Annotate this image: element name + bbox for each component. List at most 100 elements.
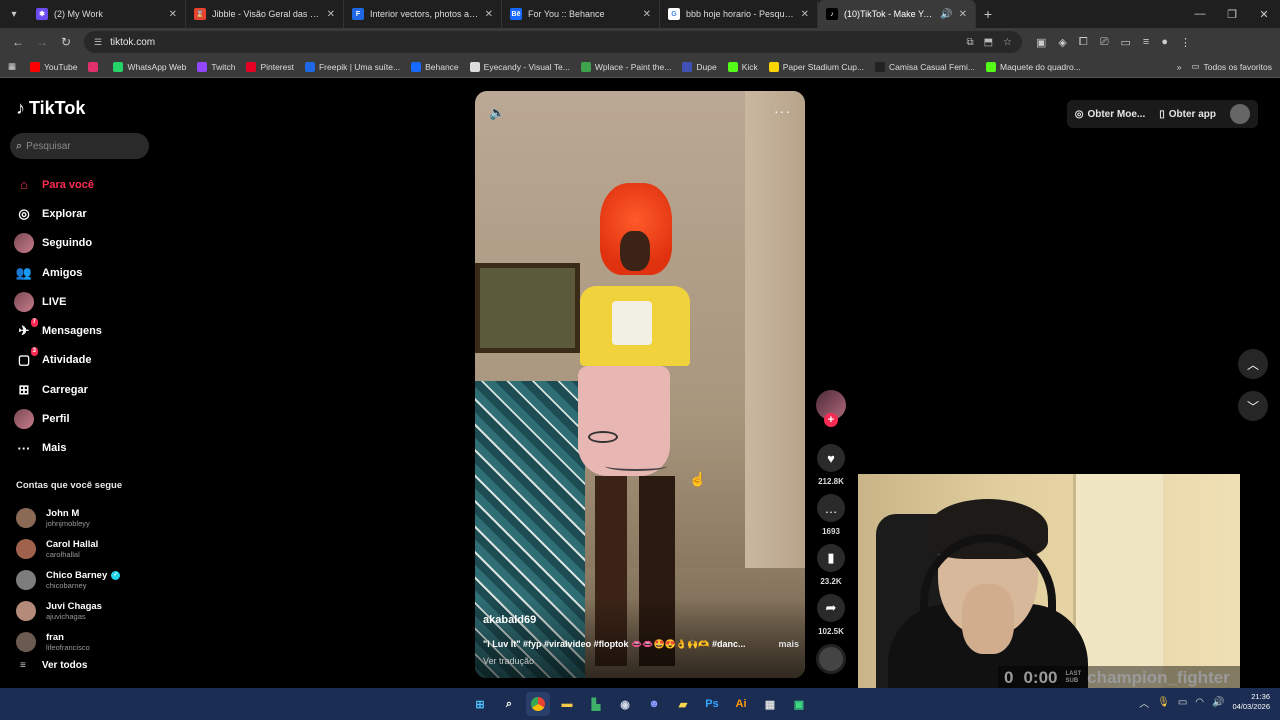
- video-author[interactable]: akabald69: [483, 614, 536, 626]
- url-omnibox[interactable]: ☰ tiktok.com ⧉ ⬒ ☆: [84, 31, 1022, 53]
- bookmark-item[interactable]: Maquete do quadro...: [985, 61, 1081, 72]
- close-window-button[interactable]: ✕: [1248, 8, 1280, 21]
- see-translation-link[interactable]: Ver tradução: [483, 656, 534, 666]
- sidebar-item-carregar[interactable]: ⊞ Carregar: [14, 375, 174, 404]
- browser-tab[interactable]: Bē For You :: Behance ✕: [502, 0, 660, 28]
- cast-icon[interactable]: ⎚: [1100, 36, 1109, 49]
- tray-chevron-icon[interactable]: ︿: [1139, 695, 1149, 710]
- following-account[interactable]: Chico Barney ✓ chicobarney: [16, 564, 121, 595]
- restore-button[interactable]: ❐: [1216, 8, 1248, 21]
- tab-search-button[interactable]: ▾: [0, 0, 28, 28]
- all-bookmarks-folder[interactable]: ▭ Todos os favoritos: [1191, 61, 1272, 72]
- save-action[interactable]: ▮ 23.2K: [815, 544, 847, 586]
- browser-tab[interactable]: ♪ (10)TikTok - Make Your Day 🔊 ✕: [818, 0, 976, 28]
- microphone-icon[interactable]: 🎙: [1157, 697, 1170, 708]
- sidebar-item-mensagens[interactable]: ✈ 7 Mensagens: [14, 316, 174, 345]
- photoshop-icon[interactable]: Ps: [700, 692, 724, 716]
- bookmark-item[interactable]: Paper Stadium Cup...: [768, 61, 864, 72]
- get-app-button[interactable]: ▯ Obter app: [1159, 102, 1216, 126]
- android-app-icon[interactable]: ▣: [787, 692, 811, 716]
- search-input[interactable]: ⌕ Pesquisar: [10, 133, 149, 159]
- following-account[interactable]: Juvi Chagas ajuvichagas: [16, 595, 120, 626]
- following-account[interactable]: Carol Hallal carolhallal: [16, 533, 120, 564]
- sidebar-item-explorar[interactable]: ◎ Explorar: [14, 199, 174, 228]
- creator-avatar[interactable]: +: [816, 390, 846, 427]
- following-account[interactable]: fran lifeofrancisco: [16, 626, 120, 657]
- bookmark-item[interactable]: [88, 61, 102, 72]
- wifi-icon[interactable]: ◠: [1195, 697, 1204, 708]
- next-video-button[interactable]: ﹀: [1238, 391, 1268, 421]
- discord-icon[interactable]: ☻: [642, 692, 666, 716]
- bookmark-item[interactable]: YouTube: [30, 61, 77, 72]
- previous-video-button[interactable]: ︿: [1238, 349, 1268, 379]
- sticky-notes-icon[interactable]: ▰: [671, 692, 695, 716]
- install-app-icon[interactable]: ⬒: [984, 37, 993, 48]
- reload-button[interactable]: ↻: [54, 35, 78, 49]
- video-player[interactable]: 🔈 ··· akabald69 "I Luv It" #fyp #viralvi…: [475, 91, 805, 678]
- bookmark-item[interactable]: WhatsApp Web: [113, 61, 186, 72]
- sidebar-item-seguindo[interactable]: Seguindo: [14, 229, 174, 258]
- extension-icon-1[interactable]: ▣: [1036, 36, 1046, 49]
- taskbar-search-icon[interactable]: ⌕: [497, 692, 521, 716]
- browser-tab[interactable]: ✱ (2) My Work ✕: [28, 0, 186, 28]
- image-app-icon[interactable]: ▦: [758, 692, 782, 716]
- user-avatar[interactable]: [1230, 104, 1250, 124]
- volume-tray-icon[interactable]: 🔊: [1212, 697, 1224, 708]
- see-all-button[interactable]: ≡ Ver todos: [20, 660, 87, 671]
- more-bookmarks-icon[interactable]: »: [1177, 62, 1182, 72]
- comment-action[interactable]: … 1693: [815, 494, 847, 536]
- file-explorer-icon[interactable]: ▬: [555, 692, 579, 716]
- comment-icon[interactable]: …: [817, 494, 845, 522]
- bookmark-item[interactable]: Wplace - Paint the...: [580, 61, 671, 72]
- tab-close-icon[interactable]: ✕: [169, 9, 177, 20]
- like-action[interactable]: ♥ 212.8K: [815, 444, 847, 486]
- reading-mode-icon[interactable]: ▭: [1121, 36, 1131, 49]
- tab-close-icon[interactable]: ✕: [643, 9, 651, 20]
- sidebar-item-para-você[interactable]: ⌂ Para você: [14, 170, 174, 199]
- bookmark-star-icon[interactable]: ☆: [1003, 37, 1012, 48]
- sidebar-item-live[interactable]: LIVE: [14, 287, 174, 316]
- profile-icon[interactable]: ●: [1161, 36, 1168, 49]
- bookmark-item[interactable]: Eyecandy - Visual Te...: [469, 61, 570, 72]
- translate-icon[interactable]: ⧉: [966, 37, 973, 48]
- site-info-icon[interactable]: ☰: [94, 37, 102, 48]
- video-more-icon[interactable]: ···: [774, 103, 791, 119]
- extension-icon-2[interactable]: ◈: [1058, 36, 1066, 49]
- sidebar-item-atividade[interactable]: ▢ 3 Atividade: [14, 346, 174, 375]
- chrome-menu-icon[interactable]: ⋮: [1180, 36, 1191, 49]
- chrome-taskbar-icon[interactable]: [526, 692, 550, 716]
- bookmark-item[interactable]: Twitch: [197, 61, 235, 72]
- media-control-icon[interactable]: ≡: [1143, 36, 1149, 49]
- bookmark-item[interactable]: Kick: [727, 61, 758, 72]
- sidebar-item-mais[interactable]: ··· Mais: [14, 434, 174, 463]
- bookmark-item[interactable]: Behance: [411, 61, 459, 72]
- bookmark-icon[interactable]: ▮: [817, 544, 845, 572]
- bookmark-item[interactable]: Pinterest: [246, 61, 294, 72]
- tab-close-icon[interactable]: ✕: [327, 9, 335, 20]
- tab-close-icon[interactable]: ✕: [959, 9, 967, 20]
- volume-icon[interactable]: 🔈: [489, 105, 505, 121]
- network-icon[interactable]: ▭: [1178, 697, 1187, 708]
- browser-tab[interactable]: ⌛ Jibble - Visão Geral das Férias ✕: [186, 0, 344, 28]
- apps-grid-icon[interactable]: ▦: [8, 61, 16, 72]
- browser-tab[interactable]: F Interior vectors, photos and PS ✕: [344, 0, 502, 28]
- following-account[interactable]: John Mjohnjmobleyy: [16, 502, 120, 533]
- sidebar-item-perfil[interactable]: Perfil: [14, 404, 174, 433]
- share-action[interactable]: ➦ 102.5K: [815, 594, 847, 636]
- new-tab-button[interactable]: +: [976, 6, 1000, 22]
- forward-button[interactable]: →: [30, 35, 54, 49]
- extensions-puzzle-icon[interactable]: ⧠: [1079, 36, 1088, 49]
- bookmark-item[interactable]: Freepik | Uma suíte...: [304, 61, 400, 72]
- caption-more-link[interactable]: mais: [778, 639, 799, 650]
- app-icon-green[interactable]: ▙: [584, 692, 608, 716]
- steam-icon[interactable]: ◉: [613, 692, 637, 716]
- system-clock[interactable]: 21:36 04/03/2026: [1232, 692, 1270, 712]
- sidebar-item-amigos[interactable]: 👥 Amigos: [14, 258, 174, 287]
- minimize-button[interactable]: —: [1184, 8, 1216, 21]
- tiktok-logo[interactable]: ♪ TikTok: [16, 98, 85, 119]
- share-icon[interactable]: ➦: [817, 594, 845, 622]
- tab-close-icon[interactable]: ✕: [801, 9, 809, 20]
- get-coins-button[interactable]: ◎ Obter Moe...: [1075, 102, 1146, 126]
- back-button[interactable]: ←: [6, 35, 30, 49]
- illustrator-icon[interactable]: Ai: [729, 692, 753, 716]
